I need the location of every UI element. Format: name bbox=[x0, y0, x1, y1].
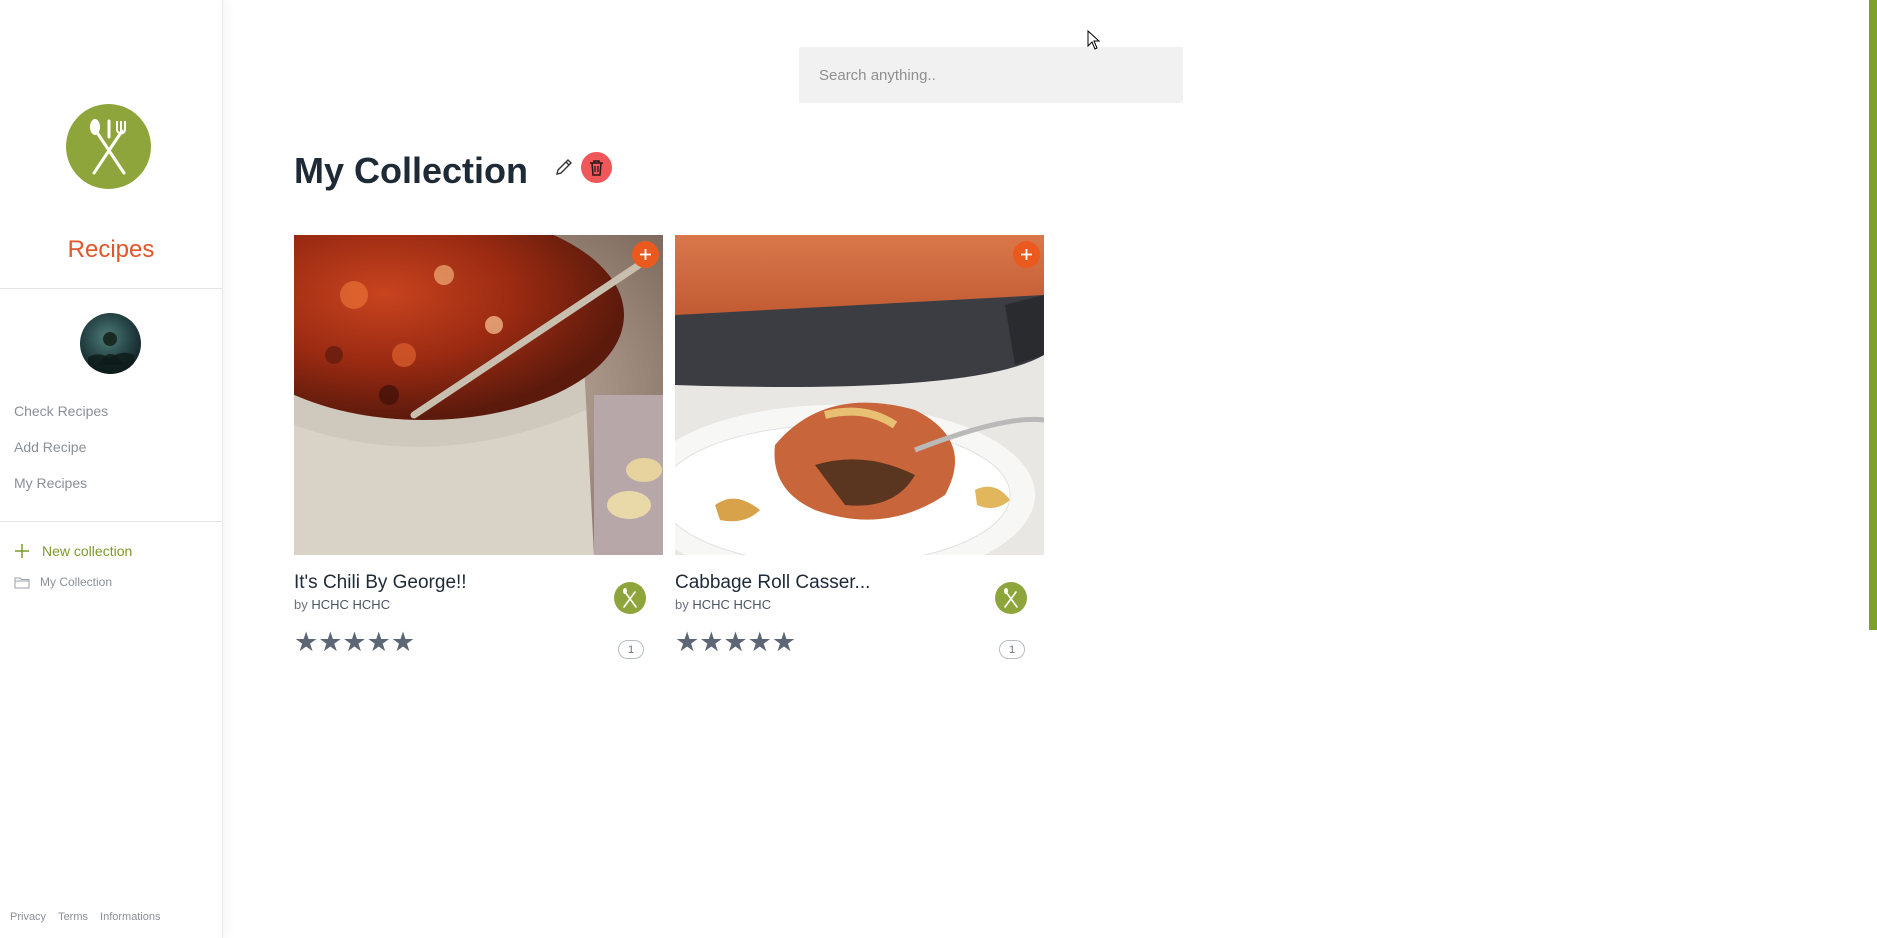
recipe-title[interactable]: It's Chili By George!! bbox=[294, 572, 467, 594]
folder-icon bbox=[14, 577, 30, 588]
new-collection-label: New collection bbox=[42, 543, 133, 559]
recipe-card[interactable]: Cabbage Roll Casser... by HCHC HCHC ★★★★… bbox=[675, 235, 1044, 659]
page-title: My Collection bbox=[294, 150, 529, 191]
author-badge bbox=[995, 582, 1027, 614]
logo[interactable] bbox=[66, 104, 151, 189]
recipe-author: by HCHC HCHC bbox=[675, 597, 771, 612]
search-input[interactable] bbox=[799, 47, 1183, 103]
rating-stars[interactable]: ★★★★★ bbox=[294, 627, 415, 658]
divider bbox=[0, 288, 222, 289]
author-name[interactable]: HCHC HCHC bbox=[311, 597, 390, 612]
rating-count: 1 bbox=[618, 640, 644, 659]
author-prefix: by bbox=[294, 597, 308, 612]
rating-stars[interactable]: ★★★★★ bbox=[675, 627, 796, 658]
chili-photo bbox=[294, 235, 663, 555]
brand-title[interactable]: Recipes bbox=[0, 236, 222, 264]
recipe-image[interactable] bbox=[294, 235, 663, 555]
sidebar: Recipes Check Recipes Add Recipe My Reci… bbox=[0, 0, 223, 938]
divider bbox=[0, 521, 222, 522]
scrollbar[interactable] bbox=[1869, 0, 1877, 630]
privacy-link[interactable]: Privacy bbox=[10, 911, 46, 923]
nav-my-recipes[interactable]: My Recipes bbox=[14, 475, 87, 491]
delete-collection-button[interactable] bbox=[581, 152, 612, 183]
author-badge bbox=[614, 582, 646, 614]
edit-collection-button[interactable] bbox=[553, 156, 575, 178]
terms-link[interactable]: Terms bbox=[58, 911, 88, 923]
trash-icon bbox=[590, 159, 603, 176]
avatar-image bbox=[88, 332, 134, 374]
fork-knife-icon bbox=[1004, 588, 1018, 608]
recipe-title[interactable]: Cabbage Roll Casser... bbox=[675, 572, 870, 594]
plus-icon bbox=[15, 544, 29, 558]
informations-link[interactable]: Informations bbox=[100, 911, 161, 923]
footer-links: Privacy Terms Informations bbox=[10, 911, 161, 923]
nav-check-recipes[interactable]: Check Recipes bbox=[14, 403, 108, 419]
pencil-icon bbox=[556, 159, 572, 175]
avatar[interactable] bbox=[80, 313, 141, 374]
mouse-cursor-icon bbox=[1087, 30, 1101, 50]
plus-icon bbox=[640, 249, 651, 260]
add-to-collection-button[interactable] bbox=[1013, 241, 1040, 268]
rating-count: 1 bbox=[999, 640, 1025, 659]
plus-icon bbox=[1021, 249, 1032, 260]
add-to-collection-button[interactable] bbox=[632, 241, 659, 268]
new-collection-button[interactable]: New collection bbox=[14, 543, 132, 559]
author-prefix: by bbox=[675, 597, 689, 612]
nav-add-recipe[interactable]: Add Recipe bbox=[14, 439, 86, 455]
recipe-image[interactable] bbox=[675, 235, 1044, 555]
fork-knife-icon bbox=[623, 588, 637, 608]
collection-item-my-collection[interactable]: My Collection bbox=[14, 575, 112, 589]
casserole-photo bbox=[675, 235, 1044, 555]
author-name[interactable]: HCHC HCHC bbox=[692, 597, 771, 612]
collection-label: My Collection bbox=[40, 575, 113, 589]
recipe-card[interactable]: It's Chili By George!! by HCHC HCHC ★★★★… bbox=[294, 235, 663, 659]
fork-knife-icon bbox=[89, 118, 126, 174]
recipe-author: by HCHC HCHC bbox=[294, 597, 390, 612]
